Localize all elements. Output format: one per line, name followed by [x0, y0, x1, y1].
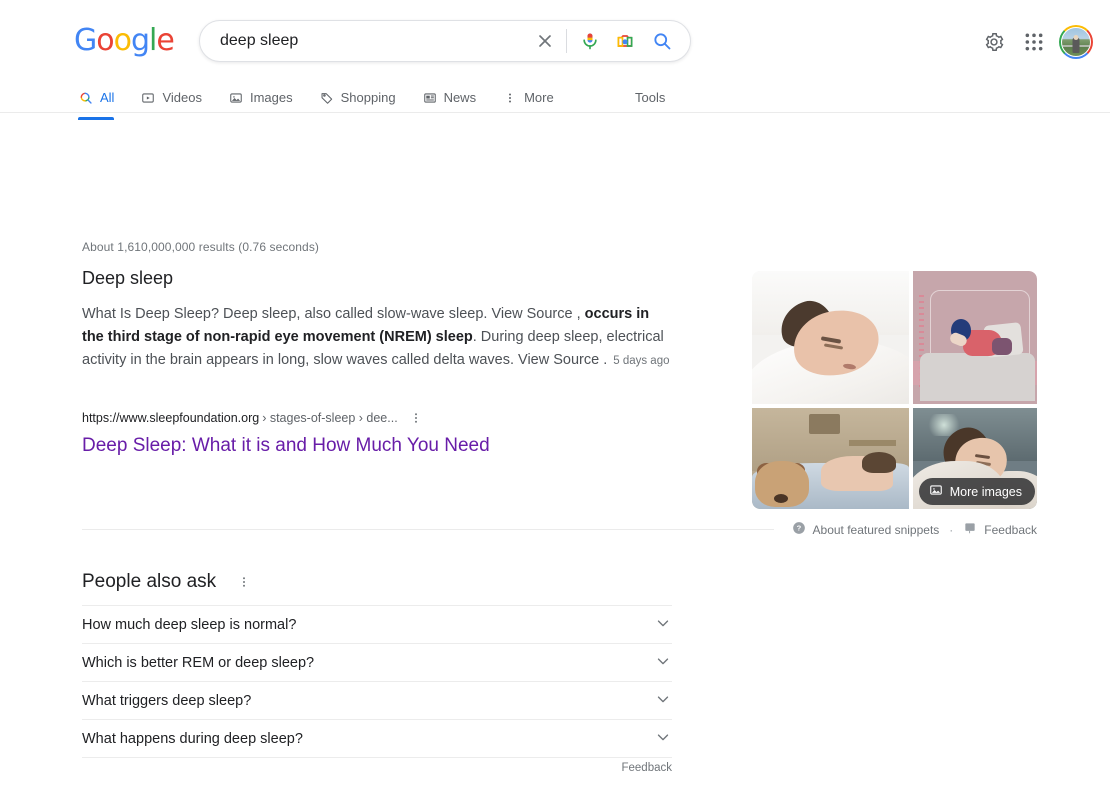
apps-grid-button[interactable]: [1014, 22, 1054, 62]
tools-button[interactable]: Tools: [635, 82, 665, 113]
tab-videos-label: Videos: [162, 90, 202, 105]
settings-button[interactable]: [974, 22, 1014, 62]
featured-snippet-footer: ? About featured snippets · Feedback: [82, 521, 1037, 538]
kebab-menu-icon[interactable]: [235, 573, 253, 591]
tab-news-label: News: [443, 90, 477, 105]
paa-question-2[interactable]: Which is better REM or deep sleep?: [82, 643, 672, 681]
source-result-title[interactable]: Deep Sleep: What it is and How Much You …: [82, 433, 490, 459]
people-also-ask-title: People also ask: [82, 571, 217, 592]
more-images-label: More images: [949, 484, 1022, 499]
microphone-icon[interactable]: [578, 29, 602, 53]
avatar-photo: [1061, 27, 1091, 57]
tab-videos[interactable]: Videos: [140, 82, 202, 113]
paa-question-4[interactable]: What happens during deep sleep?: [82, 719, 672, 757]
tag-icon: [319, 90, 335, 106]
avatar[interactable]: [1056, 22, 1096, 62]
logo-letter-o2: o: [113, 23, 132, 58]
header-divider: [0, 112, 1110, 113]
news-icon: [422, 90, 438, 106]
header-actions: [974, 22, 1096, 62]
featured-snippet-title: Deep sleep: [82, 268, 174, 288]
result-stats: About 1,610,000,000 results (0.76 second…: [82, 240, 320, 254]
tab-shopping[interactable]: Shopping: [319, 82, 396, 113]
page-header: Google deep sleep All Videos Images Shop…: [0, 0, 1110, 120]
logo-letter-G: G: [74, 23, 97, 58]
paa-question-1-label: How much deep sleep is normal?: [82, 616, 297, 633]
about-featured-snippets-link[interactable]: ? About featured snippets: [792, 521, 940, 538]
paa-question-3-label: What triggers deep sleep?: [82, 692, 252, 709]
featured-snippet-body: What Is Deep Sleep? Deep sleep, also cal…: [82, 303, 672, 373]
help-icon: ?: [792, 521, 806, 538]
search-nav-tabs: All Videos Images Shopping News More: [78, 82, 580, 120]
about-featured-snippets-label: About featured snippets: [812, 522, 940, 537]
svg-text:?: ?: [796, 524, 801, 533]
chevron-down-icon[interactable]: [654, 728, 672, 750]
footer-divider: [82, 529, 774, 530]
paa-question-2-label: Which is better REM or deep sleep?: [82, 654, 315, 671]
snippet-image-2[interactable]: [913, 271, 1037, 404]
search-box[interactable]: [199, 20, 691, 62]
people-also-ask-header: People also ask: [82, 568, 672, 596]
tab-news[interactable]: News: [422, 82, 477, 113]
logo-letter-o1: o: [96, 23, 114, 58]
people-also-ask: People also ask How much deep sleep is n…: [82, 568, 672, 774]
footer-separator: ·: [949, 522, 954, 537]
image-icon: [929, 483, 943, 500]
tab-images-label: Images: [249, 90, 293, 105]
avatar-photo-head: [1073, 35, 1079, 41]
snippet-date: 5 days ago: [613, 355, 670, 367]
clear-icon[interactable]: [533, 29, 557, 53]
snippet-text-1: What Is Deep Sleep? Deep sleep, also cal…: [82, 306, 585, 322]
footer-links: ? About featured snippets · Feedback: [792, 521, 1037, 538]
featured-snippet-image-grid: More images: [752, 271, 1037, 509]
search-input[interactable]: [200, 28, 533, 54]
tab-more-label: More: [524, 90, 554, 105]
tab-images[interactable]: Images: [228, 82, 293, 113]
video-icon: [140, 90, 156, 106]
paa-question-1[interactable]: How much deep sleep is normal?: [82, 605, 672, 643]
logo-letter-e: e: [156, 23, 174, 58]
google-logo[interactable]: Google: [74, 23, 175, 58]
source-url-line[interactable]: https://www.sleepfoundation.org › stages…: [82, 409, 490, 427]
snippet-image-3[interactable]: [752, 408, 909, 509]
featured-snippet-source: https://www.sleepfoundation.org › stages…: [82, 409, 490, 459]
search-submit-icon[interactable]: [650, 29, 674, 53]
snippet-feedback-link[interactable]: Feedback: [963, 521, 1037, 538]
avatar-ring: [1059, 25, 1093, 59]
featured-snippet: Deep sleep What Is Deep Sleep? Deep slee…: [82, 266, 672, 373]
tab-more[interactable]: More: [502, 82, 554, 113]
paa-feedback-link[interactable]: Feedback: [621, 762, 672, 774]
active-tab-underline: [78, 117, 115, 120]
snippet-image-4[interactable]: More images: [913, 408, 1037, 509]
logo-letter-g: g: [130, 23, 150, 58]
chevron-down-icon[interactable]: [654, 614, 672, 636]
search-icon: [78, 90, 94, 106]
more-images-button[interactable]: More images: [918, 478, 1035, 505]
search-divider: [566, 29, 567, 53]
image-icon: [228, 90, 244, 106]
source-path: › stages-of-sleep › dee...: [262, 411, 398, 425]
tools-label: Tools: [635, 90, 666, 105]
kebab-menu-icon[interactable]: [407, 409, 425, 427]
more-vertical-icon: [502, 90, 518, 106]
people-also-ask-footer: Feedback: [82, 757, 672, 774]
snippet-feedback-label: Feedback: [984, 522, 1037, 537]
tab-all[interactable]: All: [78, 82, 115, 120]
snippet-image-1[interactable]: [752, 271, 909, 404]
lens-camera-icon[interactable]: [613, 29, 637, 53]
tab-all-label: All: [100, 90, 115, 105]
source-domain: https://www.sleepfoundation.org: [82, 411, 260, 425]
chevron-down-icon[interactable]: [654, 652, 672, 674]
tab-shopping-label: Shopping: [340, 90, 396, 105]
paa-question-3[interactable]: What triggers deep sleep?: [82, 681, 672, 719]
chevron-down-icon[interactable]: [654, 690, 672, 712]
paa-question-4-label: What happens during deep sleep?: [82, 730, 303, 747]
feedback-flag-icon: [963, 521, 977, 538]
logo-letter-l: l: [149, 23, 157, 58]
